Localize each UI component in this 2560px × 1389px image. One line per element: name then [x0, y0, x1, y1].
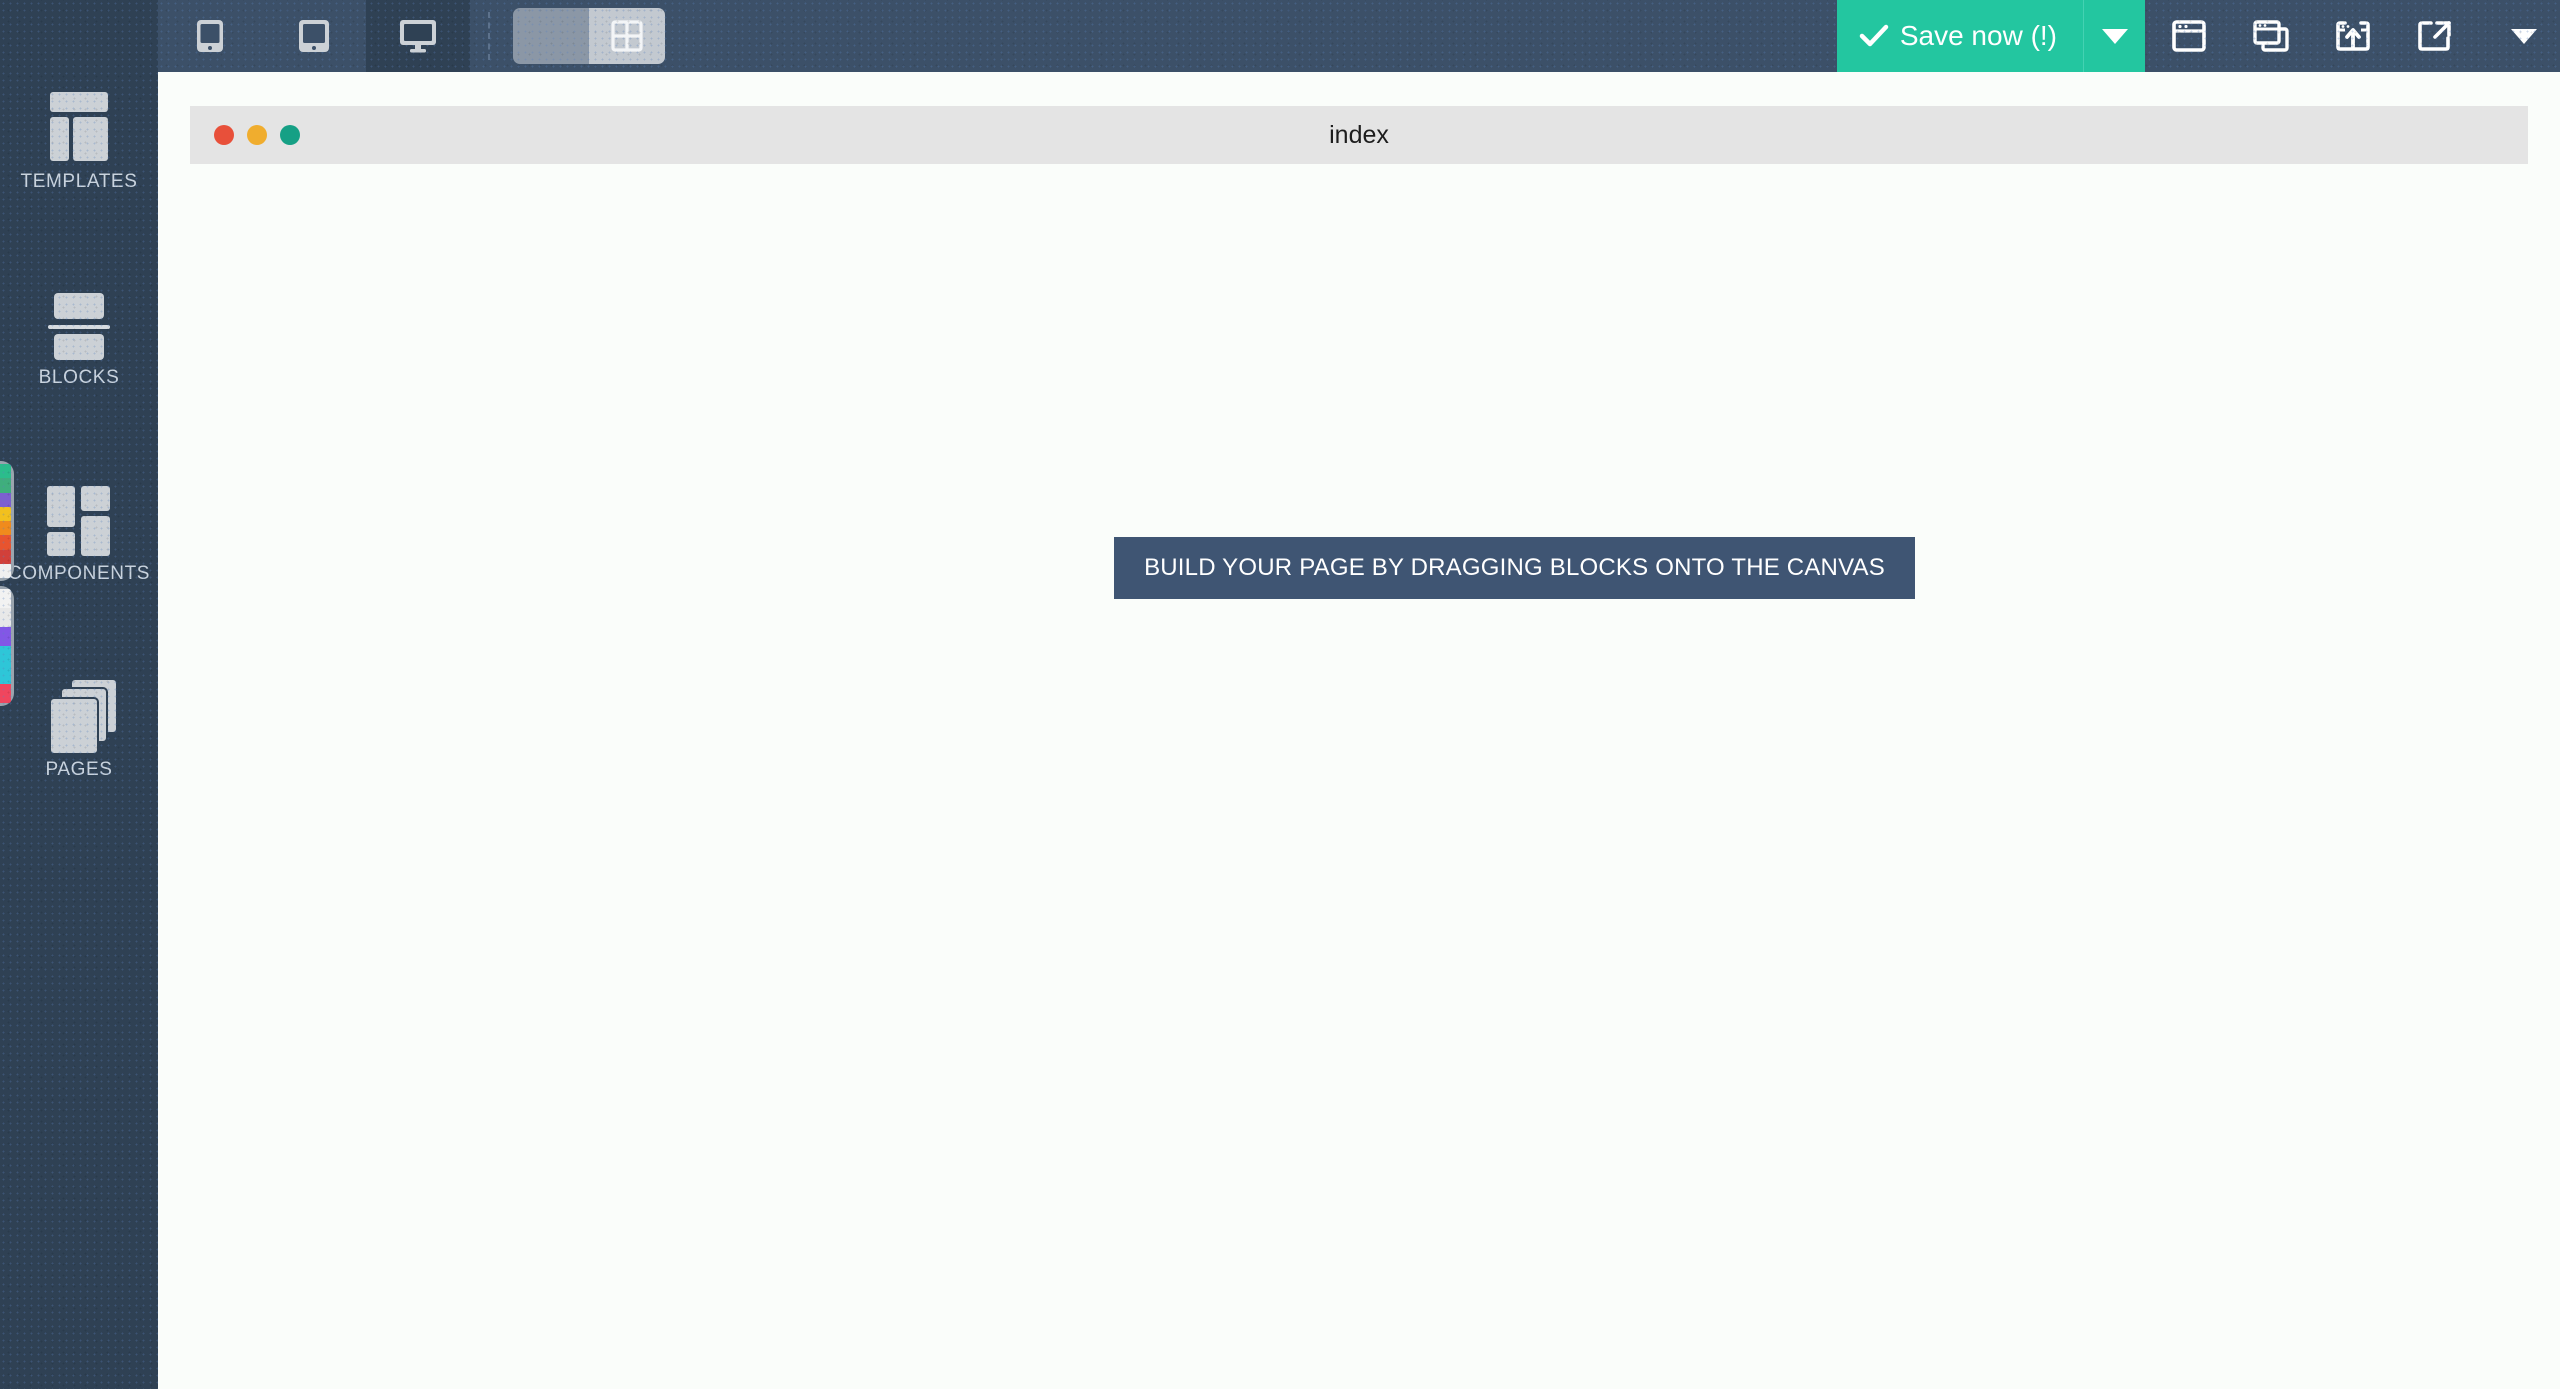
sidebar-item-pages[interactable]: PAGES [0, 676, 158, 781]
pages-stack-icon [42, 676, 118, 755]
window-controls [214, 106, 300, 164]
grid-view-icon [611, 20, 643, 52]
sidebar-label-components: COMPONENTS [7, 563, 151, 584]
sidebar-item-blocks[interactable]: BLOCKS [0, 284, 158, 389]
preview-button[interactable] [2394, 0, 2476, 72]
view-mode-list[interactable] [513, 8, 589, 64]
desktop-monitor-icon [400, 20, 436, 53]
duplicate-page-button[interactable] [2230, 0, 2312, 72]
page-titlebar: index [190, 106, 2528, 164]
save-button-group: Save now (!) [1836, 0, 2145, 72]
mobile-phone-icon [197, 20, 223, 52]
toolbar-overflow-button[interactable] [2494, 0, 2554, 72]
publish-button[interactable] [2312, 0, 2394, 72]
sidebar-item-components[interactable]: COMPONENTS [0, 480, 158, 585]
device-button-desktop[interactable] [366, 0, 470, 72]
templates-layout-icon [42, 88, 116, 162]
sidebar-item-templates[interactable]: TEMPLATES [0, 88, 158, 193]
page-title: index [1329, 120, 1389, 149]
close-button[interactable] [214, 125, 234, 145]
view-mode-grid[interactable] [589, 8, 665, 64]
sidebar-label-pages: PAGES [45, 759, 113, 780]
chevron-down-icon [2511, 28, 2537, 44]
maximize-button[interactable] [280, 125, 300, 145]
sidebar-label-blocks: BLOCKS [38, 367, 120, 388]
color-swatch-1[interactable] [0, 461, 14, 581]
minimize-button[interactable] [247, 125, 267, 145]
components-grid-icon [42, 480, 116, 556]
chevron-down-icon [2101, 28, 2128, 44]
drop-hint-banner: BUILD YOUR PAGE BY DRAGGING BLOCKS ONTO … [1114, 537, 1915, 599]
save-button-label: Save now (!) [1899, 20, 2057, 51]
save-button[interactable]: Save now (!) [1836, 0, 2083, 72]
browser-window-icon [2172, 20, 2206, 52]
upload-box-icon [2336, 21, 2370, 51]
tablet-icon [299, 20, 329, 52]
new-window-button[interactable] [2148, 0, 2230, 72]
sidebar-label-templates: TEMPLATES [20, 171, 138, 192]
copy-windows-icon [2253, 20, 2289, 52]
save-options-button[interactable] [2083, 0, 2145, 72]
sidebar: TEMPLATES BLOCKS COMPONENTS PAGES [0, 0, 158, 1389]
view-mode-toggle[interactable] [513, 8, 665, 64]
page-canvas[interactable]: index BUILD YOUR PAGE BY DRAGGING BLOCKS… [158, 72, 2560, 1389]
blocks-stack-icon [42, 284, 116, 360]
color-swatch-2[interactable] [0, 586, 14, 706]
toolbar-divider [488, 12, 490, 60]
device-button-mobile[interactable] [158, 0, 262, 72]
device-button-tablet[interactable] [262, 0, 366, 72]
drop-hint-text: BUILD YOUR PAGE BY DRAGGING BLOCKS ONTO … [1144, 554, 1885, 581]
top-toolbar: Save now (!) [158, 0, 2560, 72]
external-link-icon [2418, 21, 2451, 51]
checkmark-icon [1859, 24, 1889, 47]
